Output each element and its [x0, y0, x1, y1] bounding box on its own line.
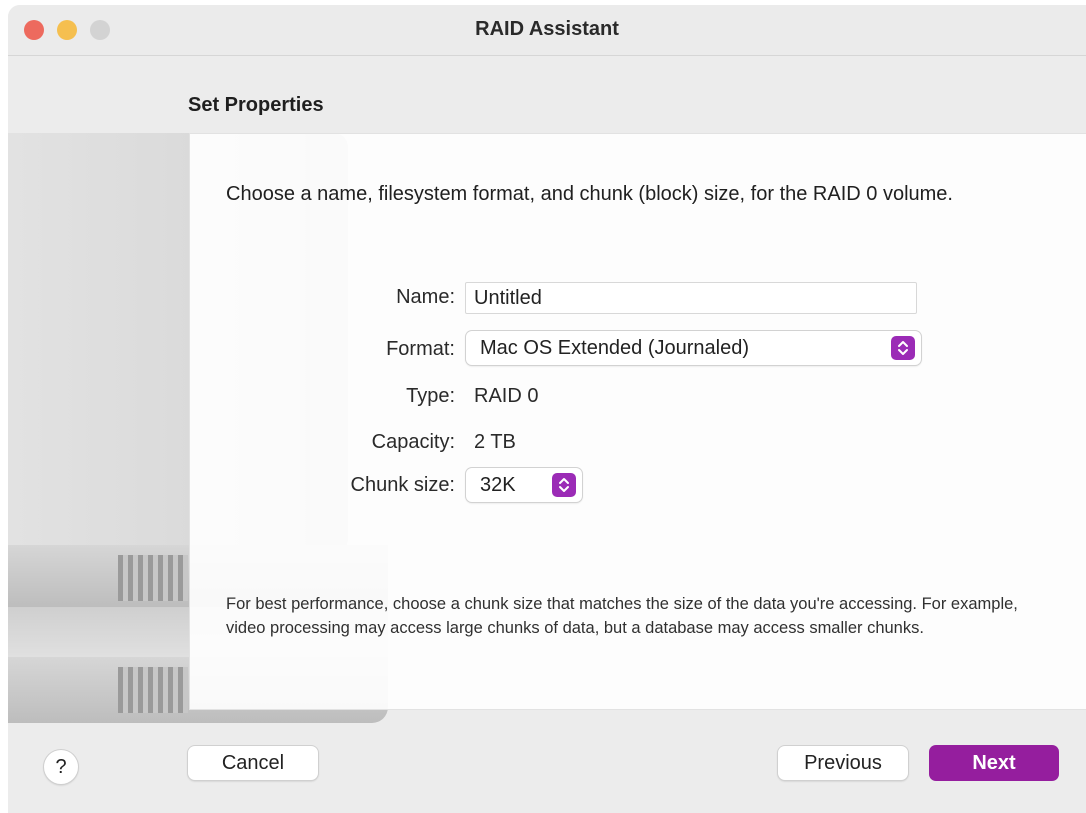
capacity-value: 2 TB: [474, 431, 516, 453]
format-value: Mac OS Extended (Journaled): [480, 337, 750, 359]
chevron-up-down-icon: [552, 473, 576, 497]
help-button[interactable]: ?: [44, 750, 78, 784]
chevron-up-down-icon: [891, 336, 915, 360]
raid-assistant-window: RAID Assistant Set Properties Choose a n…: [8, 5, 1086, 813]
name-label: Name:: [396, 286, 455, 308]
chunk-size-label: Chunk size:: [350, 474, 456, 496]
type-label: Type:: [406, 385, 455, 407]
format-label: Format:: [386, 338, 455, 360]
chunk-size-select[interactable]: 32K: [466, 468, 582, 502]
page-title: Set Properties: [188, 94, 324, 116]
chunk-size-value: 32K: [480, 474, 516, 496]
title-bar: RAID Assistant: [8, 5, 1086, 56]
capacity-label: Capacity:: [371, 431, 455, 453]
name-input[interactable]: [465, 282, 917, 314]
type-value: RAID 0: [474, 385, 539, 407]
chunk-size-hint: For best performance, choose a chunk siz…: [226, 595, 1018, 637]
intro-text: Choose a name, filesystem format, and ch…: [226, 183, 953, 205]
next-button[interactable]: Next: [929, 745, 1059, 781]
drive-vent-1: [118, 555, 188, 601]
properties-panel: Choose a name, filesystem format, and ch…: [189, 133, 1086, 710]
window-title: RAID Assistant: [475, 18, 619, 40]
previous-button[interactable]: Previous: [778, 746, 908, 780]
format-select[interactable]: Mac OS Extended (Journaled): [466, 331, 921, 365]
drive-vent-2: [118, 667, 188, 713]
cancel-button[interactable]: Cancel: [188, 746, 318, 780]
